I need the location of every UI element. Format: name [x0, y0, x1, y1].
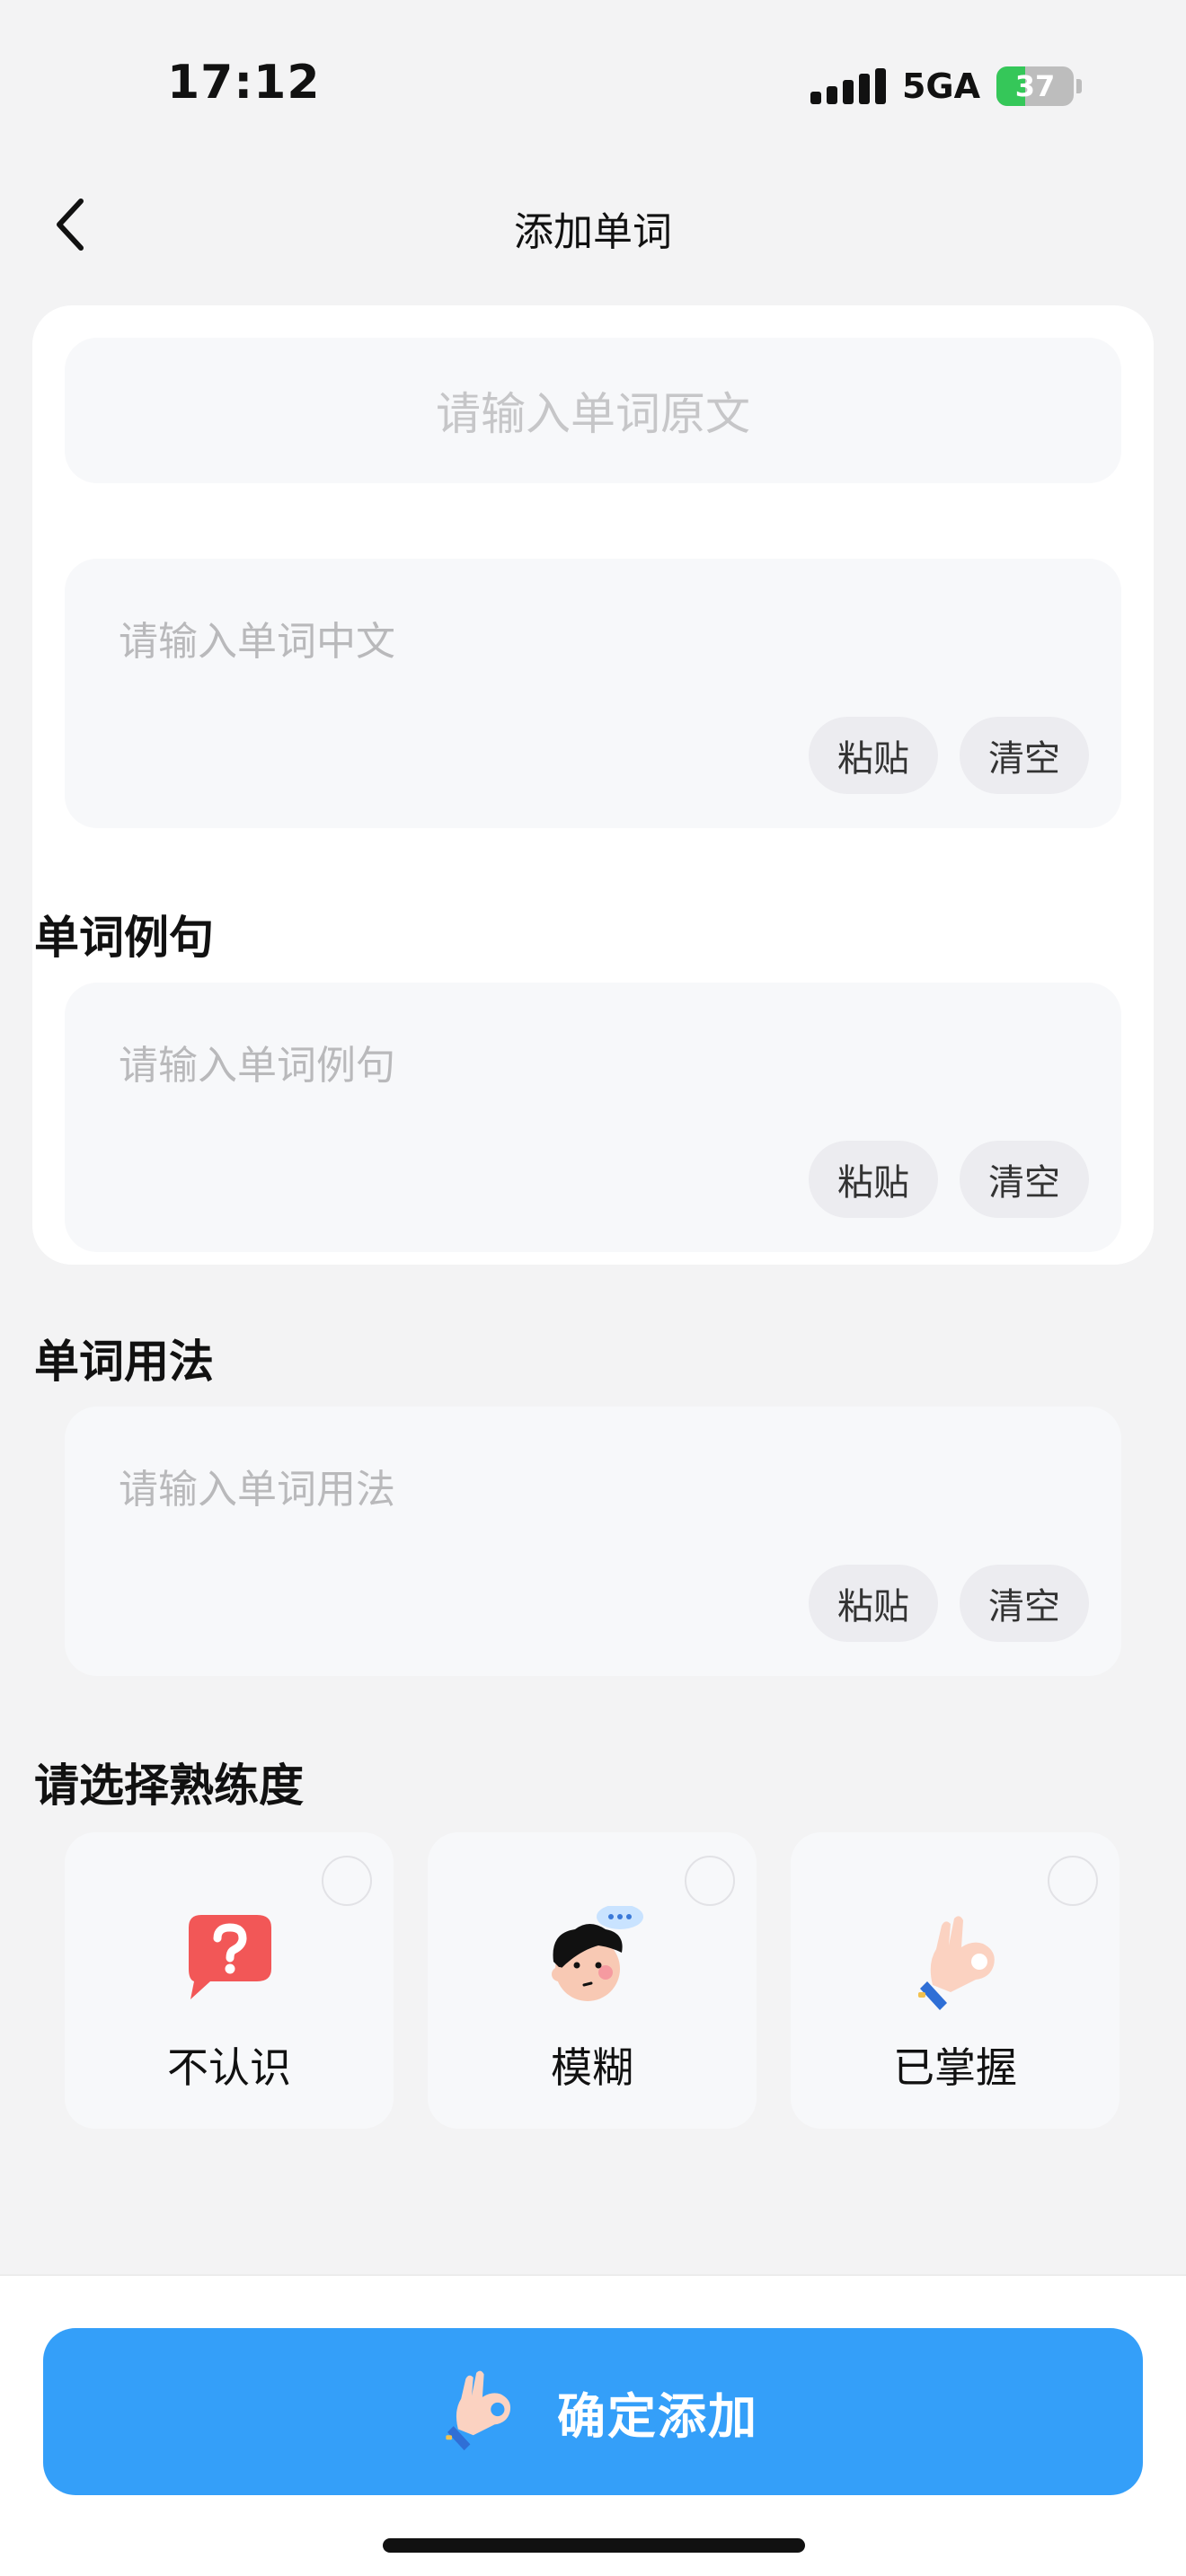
chinese-clear-button[interactable]: 清空 [960, 717, 1089, 794]
chinese-paste-button[interactable]: 粘贴 [809, 717, 938, 794]
word-input-placeholder: 请输入单词原文 [436, 388, 750, 440]
question-bubble-icon [189, 1915, 271, 1999]
confirm-add-button[interactable]: 确定添加 [43, 2328, 1143, 2495]
option-vague-label: 模糊 [551, 2043, 633, 2092]
ok-hand-icon [918, 1916, 995, 2010]
word-input[interactable]: 请输入单词原文 [65, 338, 1121, 483]
signal-icon [810, 68, 886, 104]
option-mastered-radio[interactable] [1048, 1856, 1098, 1906]
option-unknown-radio[interactable] [322, 1856, 372, 1906]
example-paste-button[interactable]: 粘贴 [809, 1141, 938, 1218]
home-indicator [383, 2538, 805, 2553]
example-input[interactable]: 请输入单词例句 粘贴 清空 [65, 983, 1121, 1252]
confused-face-icon [552, 1906, 643, 2001]
usage-paste-button[interactable]: 粘贴 [809, 1565, 938, 1642]
ok-hand-icon [446, 2370, 511, 2451]
example-clear-button[interactable]: 清空 [960, 1141, 1089, 1218]
option-mastered-label: 已掌握 [893, 2043, 1017, 2092]
network-type: 5GA [901, 66, 980, 106]
option-mastered[interactable]: 已掌握 [791, 1832, 1120, 2129]
proficiency-section-title: 请选择熟练度 [34, 1760, 304, 1812]
status-icons: 5GA 37 [810, 63, 1082, 110]
option-unknown-label: 不认识 [167, 2043, 291, 2092]
confirm-add-label: 确定添加 [557, 2387, 758, 2445]
usage-input-placeholder: 请输入单词用法 [119, 1467, 395, 1513]
page-title: 添加单词 [514, 209, 672, 255]
option-unknown[interactable]: 不认识 [65, 1832, 394, 2129]
chinese-input-placeholder: 请输入单词中文 [119, 619, 395, 665]
status-time: 17:12 [167, 56, 321, 110]
example-section-title: 单词例句 [34, 912, 214, 964]
option-vague-radio[interactable] [685, 1856, 735, 1906]
usage-input[interactable]: 请输入单词用法 粘贴 清空 [65, 1407, 1121, 1676]
chinese-input[interactable]: 请输入单词中文 粘贴 清空 [65, 559, 1121, 828]
usage-clear-button[interactable]: 清空 [960, 1565, 1089, 1642]
battery-percent: 37 [1014, 69, 1056, 103]
example-input-placeholder: 请输入单词例句 [119, 1043, 395, 1089]
battery-cap [1076, 79, 1082, 93]
usage-section-title: 单词用法 [34, 1336, 214, 1388]
option-vague[interactable]: 模糊 [428, 1832, 757, 2129]
battery-icon: 37 [996, 66, 1074, 106]
